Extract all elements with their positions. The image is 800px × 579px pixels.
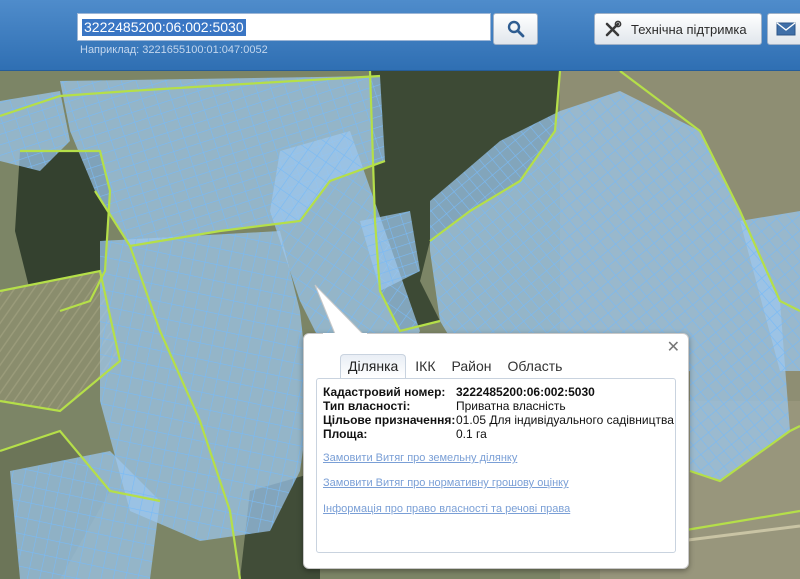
mail-icon bbox=[776, 22, 796, 36]
field-area: Площа: 0.1 га bbox=[323, 427, 674, 441]
parcel-details-panel: Кадастровий номер: 3222485200:06:002:503… bbox=[316, 378, 676, 553]
tab-parcel[interactable]: Ділянка bbox=[340, 354, 407, 378]
field-label: Тип власності: bbox=[323, 399, 411, 413]
order-parcel-extract-link[interactable]: Замовити Витяг про земельну ділянку bbox=[323, 452, 517, 464]
mail-button[interactable] bbox=[767, 13, 800, 45]
popup-tabs: Ділянка ІКК Район Область bbox=[340, 354, 571, 378]
order-valuation-extract-link[interactable]: Замовити Витяг про нормативну грошову оц… bbox=[323, 477, 569, 489]
popup-pointer bbox=[314, 284, 367, 339]
search-icon bbox=[507, 20, 524, 38]
tab-district[interactable]: Район bbox=[445, 355, 499, 378]
field-value: 3222485200:06:002:5030 bbox=[456, 385, 595, 399]
cadastre-search-input[interactable]: 3222485200:06:002:5030 bbox=[77, 13, 491, 41]
ownership-info-link[interactable]: Інформація про право власності та речові… bbox=[323, 503, 570, 515]
close-icon[interactable]: ✕ bbox=[667, 340, 680, 356]
field-label: Цільове призначення: bbox=[323, 413, 456, 427]
field-label: Площа: bbox=[323, 427, 368, 441]
top-toolbar: 3222485200:06:002:5030 Наприклад: 322165… bbox=[0, 0, 800, 71]
field-value: Приватна власність bbox=[456, 399, 566, 413]
parcel-attributes: Кадастровий номер: 3222485200:06:002:503… bbox=[323, 385, 674, 441]
search-button[interactable] bbox=[493, 13, 538, 45]
field-value: 0.1 га bbox=[456, 427, 487, 441]
field-cadastral-number: Кадастровий номер: 3222485200:06:002:503… bbox=[323, 385, 674, 399]
tools-icon bbox=[605, 20, 622, 37]
search-input-text: 3222485200:06:002:5030 bbox=[82, 19, 246, 36]
search-hint: Наприклад: 3221655100:01:047:0052 bbox=[80, 44, 268, 56]
tab-region[interactable]: Область bbox=[501, 355, 570, 378]
field-ownership-type: Тип власності: Приватна власність bbox=[323, 399, 674, 413]
field-value: 01.05 Для індивідуального садівництва bbox=[456, 413, 674, 427]
tech-support-button[interactable]: Технічна підтримка bbox=[594, 13, 762, 45]
field-purpose: Цільове призначення: 01.05 Для індивідуа… bbox=[323, 413, 674, 427]
parcel-info-popup: ✕ Ділянка ІКК Район Область Кадастровий … bbox=[303, 333, 689, 569]
tech-support-label: Технічна підтримка bbox=[631, 21, 747, 37]
tab-ikk[interactable]: ІКК bbox=[408, 355, 442, 378]
field-label: Кадастровий номер: bbox=[323, 385, 446, 399]
